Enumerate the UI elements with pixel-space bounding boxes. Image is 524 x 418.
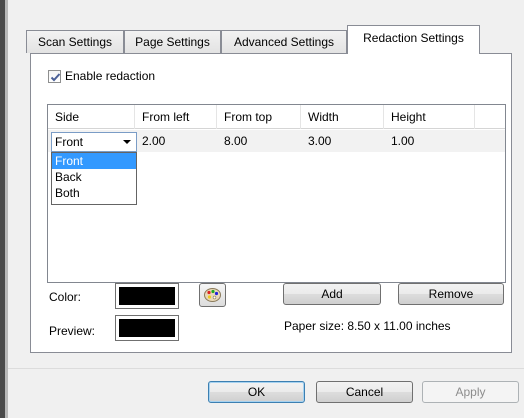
redaction-settings-dialog: Scan Settings Page Settings Advanced Set…: [8, 0, 524, 418]
cell-width[interactable]: 3.00: [308, 130, 331, 152]
remove-button[interactable]: Remove: [398, 283, 504, 305]
color-swatch[interactable]: [115, 283, 179, 309]
tab-redaction-settings[interactable]: Redaction Settings: [347, 25, 480, 54]
color-picker-button[interactable]: [199, 283, 226, 307]
tab-advanced-settings[interactable]: Advanced Settings: [221, 30, 347, 53]
cell-from-top[interactable]: 8.00: [224, 130, 247, 152]
preview-swatch-fill: [119, 319, 175, 337]
apply-button[interactable]: Apply: [422, 381, 519, 403]
cell-height[interactable]: 1.00: [391, 130, 414, 152]
button-bar-separator: [8, 368, 524, 369]
redaction-panel: Enable redaction Side From left From top…: [30, 53, 512, 353]
preview-swatch: [115, 315, 179, 341]
enable-redaction-checkbox[interactable]: [48, 69, 61, 83]
column-header-from-left[interactable]: From left: [135, 105, 217, 129]
column-header-width[interactable]: Width: [301, 105, 384, 129]
tab-scan-settings[interactable]: Scan Settings: [26, 30, 124, 53]
column-header-height[interactable]: Height: [384, 105, 475, 129]
cell-from-left[interactable]: 2.00: [142, 130, 165, 152]
tab-page-settings[interactable]: Page Settings: [124, 30, 221, 53]
ok-button[interactable]: OK: [208, 381, 305, 403]
paper-size-text: Paper size: 8.50 x 11.00 inches: [284, 319, 451, 333]
side-select[interactable]: Front: [51, 132, 137, 152]
column-header-from-top[interactable]: From top: [217, 105, 301, 129]
add-button[interactable]: Add: [283, 283, 381, 305]
chevron-down-icon[interactable]: [123, 140, 131, 144]
enable-redaction-row[interactable]: Enable redaction: [48, 68, 155, 84]
redaction-table[interactable]: Side From left From top Width Height 2.0…: [47, 104, 506, 283]
dropdown-option-front[interactable]: Front: [52, 153, 136, 169]
enable-redaction-label: Enable redaction: [65, 69, 156, 83]
preview-label: Preview:: [49, 324, 96, 338]
column-header-side[interactable]: Side: [48, 105, 135, 129]
dropdown-option-both[interactable]: Both: [52, 185, 136, 201]
color-swatch-fill: [119, 287, 175, 305]
table-header: Side From left From top Width Height: [48, 105, 505, 129]
cancel-button[interactable]: Cancel: [316, 381, 413, 403]
palette-icon: [204, 288, 221, 302]
checkmark-icon: [50, 72, 61, 81]
side-dropdown-list: Front Back Both: [51, 152, 137, 205]
dropdown-option-back[interactable]: Back: [52, 169, 136, 185]
side-select-value: Front: [55, 135, 84, 149]
color-label: Color:: [49, 290, 82, 304]
